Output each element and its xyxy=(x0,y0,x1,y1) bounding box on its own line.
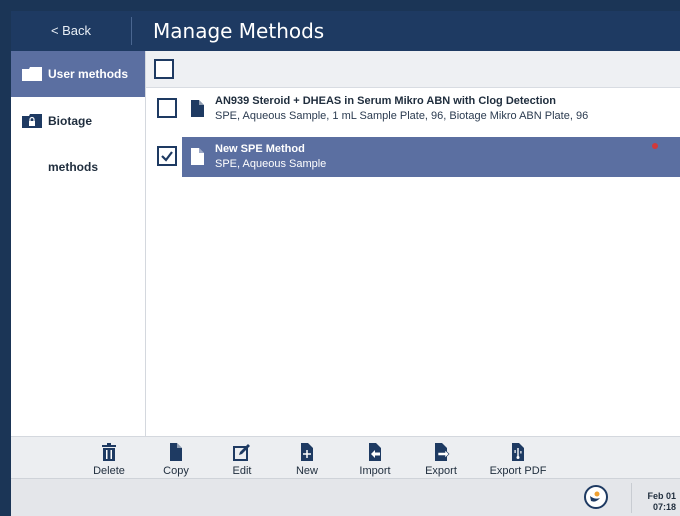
biotage-logo-icon xyxy=(590,491,600,502)
checkmark-icon xyxy=(161,151,173,162)
edit-button[interactable]: Edit xyxy=(214,437,270,479)
folder-icon xyxy=(22,67,42,81)
row-checkbox[interactable] xyxy=(157,146,177,166)
app-frame: < Back Manage Methods User methods Biota… xyxy=(0,0,680,516)
list-item[interactable]: New SPE Method SPE, Aqueous Sample xyxy=(182,137,680,177)
list-item[interactable]: AN939 Steroid + DHEAS in Serum Mikro ABN… xyxy=(182,89,680,129)
status-divider xyxy=(631,483,632,513)
edit-label: Edit xyxy=(232,465,252,477)
copy-icon xyxy=(170,443,182,461)
export-button[interactable]: Export xyxy=(411,437,471,479)
status-bar: Feb 01 07:18 xyxy=(11,478,680,516)
export-label: Export xyxy=(425,465,457,477)
trash-icon xyxy=(102,443,116,461)
document-icon xyxy=(191,100,204,117)
header-divider xyxy=(131,17,132,45)
delete-label: Delete xyxy=(93,465,125,477)
sidebar-item-label: Biotage methods xyxy=(48,114,99,174)
select-all-checkbox[interactable] xyxy=(154,59,174,79)
method-description: SPE, Aqueous Sample xyxy=(215,158,327,170)
import-icon xyxy=(369,443,381,461)
row-checkbox[interactable] xyxy=(157,98,177,118)
sidebar-item-label: User methods xyxy=(48,67,129,81)
status-date: Feb 01 xyxy=(647,491,676,501)
status-time: 07:18 xyxy=(652,502,676,512)
import-label: Import xyxy=(359,465,391,477)
usb-file-icon xyxy=(512,443,524,461)
header-bar: < Back Manage Methods xyxy=(11,11,680,51)
copy-button[interactable]: Copy xyxy=(148,437,204,479)
delete-button[interactable]: Delete xyxy=(79,437,139,479)
import-button[interactable]: Import xyxy=(345,437,405,479)
page-title: Manage Methods xyxy=(153,19,325,43)
methods-list: AN939 Steroid + DHEAS in Serum Mikro ABN… xyxy=(146,51,680,436)
method-description: SPE, Aqueous Sample, 1 mL Sample Plate, … xyxy=(215,110,589,122)
new-label: New xyxy=(295,465,318,477)
sidebar: User methods Biotage methods xyxy=(11,51,146,436)
new-file-icon xyxy=(301,443,313,461)
copy-label: Copy xyxy=(163,465,189,477)
method-name: AN939 Steroid + DHEAS in Serum Mikro ABN… xyxy=(215,95,556,107)
toolbar: Delete Copy Edit New Import Export Expor… xyxy=(11,436,680,479)
new-button[interactable]: New xyxy=(279,437,335,479)
export-pdf-label: Export PDF xyxy=(489,465,547,477)
locked-folder-icon xyxy=(22,114,42,128)
sidebar-item-biotage-methods[interactable]: Biotage methods xyxy=(11,98,145,174)
list-header xyxy=(146,51,680,88)
edit-icon xyxy=(233,444,250,461)
export-icon xyxy=(435,443,450,461)
unsaved-indicator xyxy=(652,143,658,149)
export-pdf-button[interactable]: Export PDF xyxy=(481,437,555,479)
user-avatar-icon[interactable] xyxy=(584,485,608,509)
document-icon xyxy=(191,148,204,165)
sidebar-item-user-methods[interactable]: User methods xyxy=(11,51,145,97)
method-name: New SPE Method xyxy=(215,143,305,155)
back-button[interactable]: < Back xyxy=(11,11,131,51)
